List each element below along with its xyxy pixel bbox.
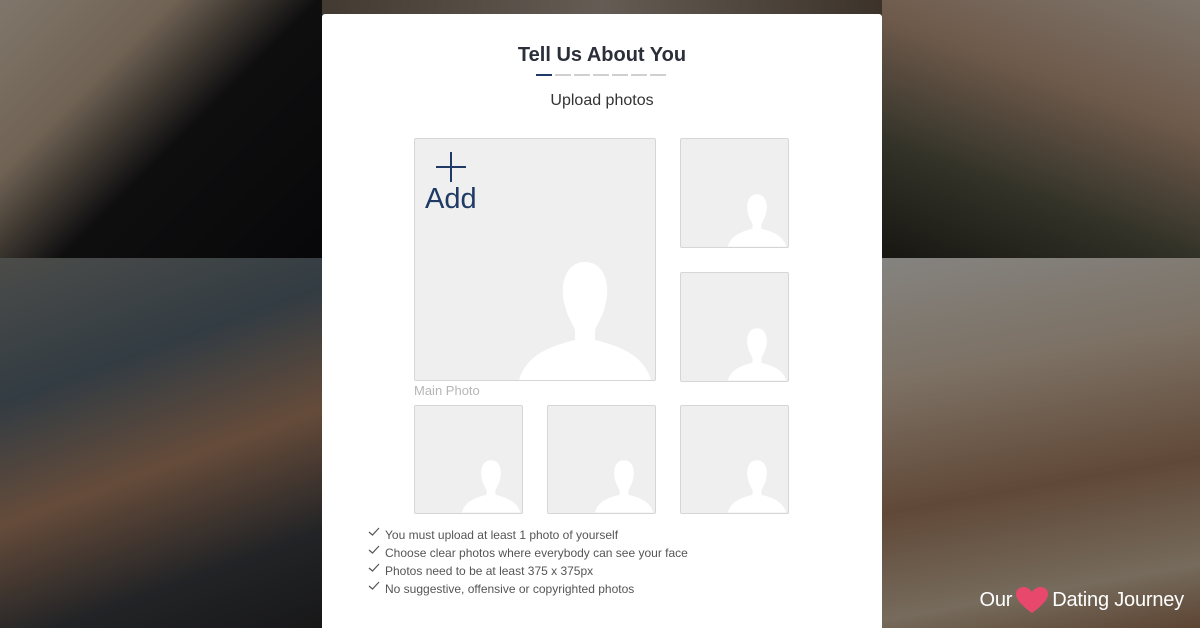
heart-icon (1016, 587, 1049, 613)
background-photo-couple-suit (0, 0, 322, 258)
person-silhouette-icon (519, 262, 651, 380)
photo-upload-slot-3[interactable] (680, 272, 789, 382)
main-photo-upload-slot[interactable]: Add (414, 138, 656, 381)
photo-upload-slot-4[interactable] (414, 405, 523, 514)
person-silhouette-icon (727, 194, 787, 247)
requirement-item: You must upload at least 1 photo of your… (368, 526, 688, 544)
requirement-text: You must upload at least 1 photo of your… (385, 528, 619, 542)
photo-upload-slot-6[interactable] (680, 405, 789, 514)
person-silhouette-icon (594, 460, 654, 513)
photo-requirements-list: You must upload at least 1 photo of your… (368, 526, 688, 598)
requirement-item: Choose clear photos where everybody can … (368, 544, 688, 562)
person-silhouette-icon (727, 328, 787, 381)
progress-step-3 (574, 74, 590, 76)
background-photo-hands-heart (882, 258, 1200, 628)
add-photo-label: Add (425, 183, 477, 215)
progress-step-1 (536, 74, 552, 76)
logo-text-left: Our (979, 588, 1013, 611)
photo-upload-slot-5[interactable] (547, 405, 656, 514)
main-photo-caption: Main Photo (414, 383, 480, 398)
step-subtitle: Upload photos (550, 92, 654, 109)
check-icon (368, 527, 380, 536)
person-silhouette-icon (727, 460, 787, 513)
progress-step-6 (631, 74, 647, 76)
check-icon (368, 563, 380, 572)
background-photo-couple-laughing (0, 258, 322, 628)
upload-photos-card: Tell Us About You Upload photos Add Main… (322, 14, 882, 628)
logo-text-right: Dating Journey (1052, 588, 1184, 611)
requirement-text: Photos need to be at least 375 x 375px (385, 564, 594, 578)
person-silhouette-icon (461, 460, 521, 513)
progress-step-5 (612, 74, 628, 76)
step-progress-indicator (536, 74, 666, 76)
page-title: Tell Us About You (517, 44, 687, 66)
progress-step-2 (555, 74, 571, 76)
background-photo-top-strip (322, 0, 882, 14)
watermark-logo: Our Dating Journey (980, 586, 1184, 614)
check-icon (368, 545, 380, 554)
requirement-item: Photos need to be at least 375 x 375px (368, 562, 688, 580)
background-photo-smiling-man (882, 0, 1200, 258)
check-icon (368, 581, 380, 590)
requirement-text: No suggestive, offensive or copyrighted … (385, 582, 635, 596)
requirement-text: Choose clear photos where everybody can … (385, 546, 688, 560)
progress-step-4 (593, 74, 609, 76)
progress-step-7 (650, 74, 666, 76)
plus-icon (436, 152, 466, 182)
requirement-item: No suggestive, offensive or copyrighted … (368, 580, 688, 598)
photo-upload-slot-2[interactable] (680, 138, 789, 248)
